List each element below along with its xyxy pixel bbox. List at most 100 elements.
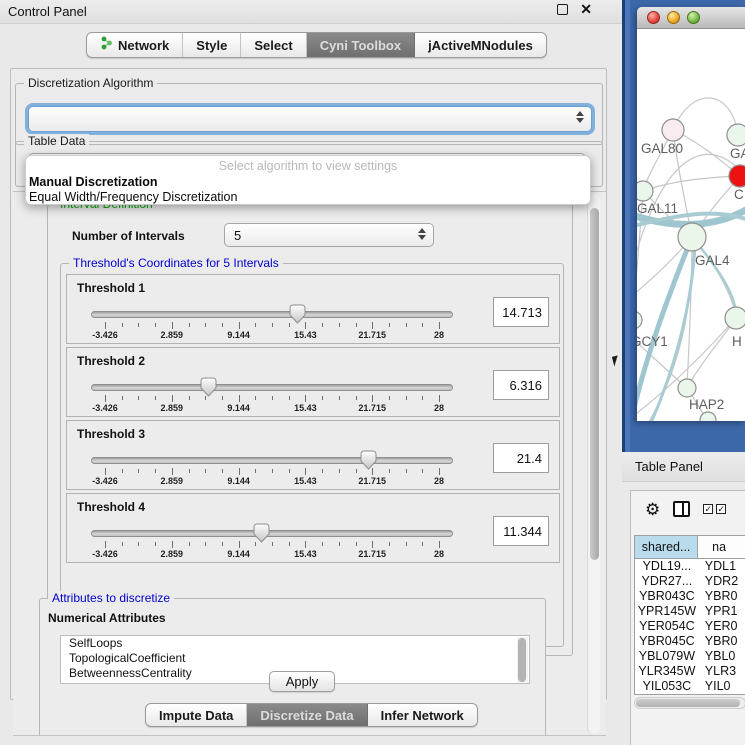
dropdown-option-manual[interactable]: Manual Discretization bbox=[26, 175, 590, 190]
slider-track[interactable] bbox=[91, 311, 453, 318]
tick-mark bbox=[422, 323, 423, 327]
column-header-1[interactable]: shared... bbox=[635, 536, 698, 558]
tab-label: Network bbox=[118, 38, 169, 53]
gear-icon[interactable]: ⚙ bbox=[645, 501, 660, 518]
zoom-traffic-light-icon[interactable] bbox=[687, 11, 700, 24]
network-icon bbox=[100, 36, 113, 54]
slider-track[interactable] bbox=[91, 530, 453, 537]
table-row[interactable]: YLR345WYLR3 bbox=[635, 664, 745, 679]
table-row[interactable]: YBR043CYBR0 bbox=[635, 589, 745, 604]
network-node-hap2[interactable] bbox=[678, 379, 696, 397]
settings-vertical-scrollbar[interactable] bbox=[587, 194, 600, 734]
tab-impute-data[interactable]: Impute Data bbox=[146, 704, 247, 726]
threshold-value-field[interactable]: 11.344 bbox=[493, 516, 549, 546]
slider-track[interactable] bbox=[91, 384, 453, 391]
close-icon[interactable]: ✕ bbox=[580, 4, 592, 15]
tick-mark bbox=[322, 323, 323, 327]
tick-mark bbox=[305, 395, 306, 402]
tick-mark bbox=[105, 468, 106, 475]
minimize-traffic-light-icon[interactable] bbox=[667, 11, 680, 24]
tab-select[interactable]: Select bbox=[241, 33, 306, 57]
slider-track[interactable] bbox=[91, 457, 453, 464]
table-row[interactable]: YBL079WYBL0 bbox=[635, 649, 745, 664]
tab-style[interactable]: Style bbox=[183, 33, 241, 57]
threshold-value-field[interactable]: 21.4 bbox=[493, 443, 549, 473]
threshold-slider[interactable]: -3.4262.8599.14415.4321.71528 bbox=[91, 451, 453, 485]
tick-mark bbox=[205, 323, 206, 327]
apply-button[interactable]: Apply bbox=[269, 671, 335, 692]
table-panel-titlebar: Table Panel bbox=[622, 452, 745, 482]
list-scrollbar[interactable] bbox=[517, 637, 528, 684]
network-canvas[interactable]: GAL80GACGAL11GAL4HGCY1HAP2 bbox=[637, 29, 745, 421]
table-row[interactable]: YPR145WYPR1 bbox=[635, 604, 745, 619]
network-node-h[interactable] bbox=[725, 307, 745, 329]
tick-mark bbox=[422, 542, 423, 546]
split-columns-icon[interactable] bbox=[673, 501, 690, 517]
network-node-gcy1[interactable] bbox=[637, 311, 642, 329]
network-node-gal4[interactable] bbox=[678, 223, 706, 251]
tick-mark bbox=[239, 541, 240, 548]
tick-mark bbox=[222, 542, 223, 546]
tick-mark bbox=[189, 469, 190, 473]
tick-mark bbox=[189, 323, 190, 327]
tick-label: 2.859 bbox=[161, 330, 184, 340]
tick-mark bbox=[372, 322, 373, 329]
tab-network[interactable]: Network bbox=[87, 33, 183, 57]
table-row[interactable]: YIL053CYIL0 bbox=[635, 679, 745, 694]
tick-label: 21.715 bbox=[358, 476, 386, 486]
network-node-gal80[interactable] bbox=[662, 119, 684, 141]
float-window-icon[interactable] bbox=[557, 4, 568, 15]
threshold-slider[interactable]: -3.4262.8599.14415.4321.71528 bbox=[91, 378, 453, 412]
threshold-value-field[interactable]: 14.713 bbox=[493, 297, 549, 327]
list-scrollbar-thumb[interactable] bbox=[518, 638, 526, 682]
number-of-intervals-combobox[interactable]: 5 bbox=[224, 223, 434, 247]
threshold-value-field[interactable]: 6.316 bbox=[493, 370, 549, 400]
table-cell: YER054C bbox=[635, 619, 699, 634]
slider-thumb[interactable] bbox=[200, 377, 217, 397]
tab-infer-network[interactable]: Infer Network bbox=[368, 704, 477, 726]
network-node-ga[interactable] bbox=[727, 124, 745, 146]
network-view-window[interactable]: GAL80GACGAL11GAL4HGCY1HAP2 bbox=[637, 7, 745, 421]
tick-mark bbox=[305, 468, 306, 475]
settings-scrollbar-thumb[interactable] bbox=[590, 208, 599, 560]
table-toolbar: ⚙ ✓ ✓ bbox=[631, 491, 745, 527]
discretization-algorithm-group: Discretization Algorithm bbox=[15, 83, 603, 145]
list-item[interactable]: SelfLoops bbox=[61, 636, 529, 651]
list-item[interactable]: TopologicalCoefficient bbox=[61, 651, 529, 666]
algorithm-combobox[interactable] bbox=[28, 106, 592, 132]
node-label: H bbox=[732, 334, 742, 349]
slider-thumb[interactable] bbox=[360, 450, 377, 470]
table-cell: YDR27... bbox=[635, 574, 699, 589]
table-row[interactable]: YER054CYER0 bbox=[635, 619, 745, 634]
slider-thumb[interactable] bbox=[289, 304, 306, 324]
table-row[interactable]: YDL19...YDL1 bbox=[635, 559, 745, 574]
tick-mark bbox=[356, 323, 357, 327]
numerical-attributes-label: Numerical Attributes bbox=[48, 611, 166, 625]
table-horizontal-scrollbar[interactable] bbox=[634, 697, 745, 709]
tick-mark bbox=[105, 395, 106, 402]
table-row[interactable]: YDR27...YDR2 bbox=[635, 574, 745, 589]
tab-cyni-toolbox[interactable]: Cyni Toolbox bbox=[307, 33, 415, 57]
select-columns-icon[interactable]: ✓ ✓ bbox=[703, 504, 726, 514]
dropdown-option-equal-width[interactable]: Equal Width/Frequency Discretization bbox=[26, 190, 590, 205]
tick-mark bbox=[289, 469, 290, 473]
tick-mark bbox=[189, 396, 190, 400]
network-edge[interactable] bbox=[643, 176, 740, 191]
tab-jactivemnodules[interactable]: jActiveMNodules bbox=[415, 33, 546, 57]
tab-discretize-data[interactable]: Discretize Data bbox=[247, 704, 367, 726]
network-node-gal11[interactable] bbox=[637, 181, 653, 201]
slider-thumb[interactable] bbox=[253, 523, 270, 543]
tick-mark bbox=[155, 396, 156, 400]
close-traffic-light-icon[interactable] bbox=[647, 11, 660, 24]
network-node-c[interactable] bbox=[729, 165, 745, 187]
table-row[interactable]: YBR045CYBR0 bbox=[635, 634, 745, 649]
combo-stepper-icon bbox=[576, 111, 584, 123]
tick-mark bbox=[339, 469, 340, 473]
threshold-slider[interactable]: -3.4262.8599.14415.4321.71528 bbox=[91, 305, 453, 339]
network-edge[interactable] bbox=[687, 318, 736, 388]
table-hscroll-thumb[interactable] bbox=[636, 699, 740, 707]
threshold-slider[interactable]: -3.4262.8599.14415.4321.71528 bbox=[91, 524, 453, 558]
table-header-row: shared...na bbox=[635, 536, 745, 559]
dropdown-placeholder-option[interactable]: Select algorithm to view settings bbox=[26, 159, 590, 175]
column-header-2[interactable]: na bbox=[698, 536, 745, 558]
